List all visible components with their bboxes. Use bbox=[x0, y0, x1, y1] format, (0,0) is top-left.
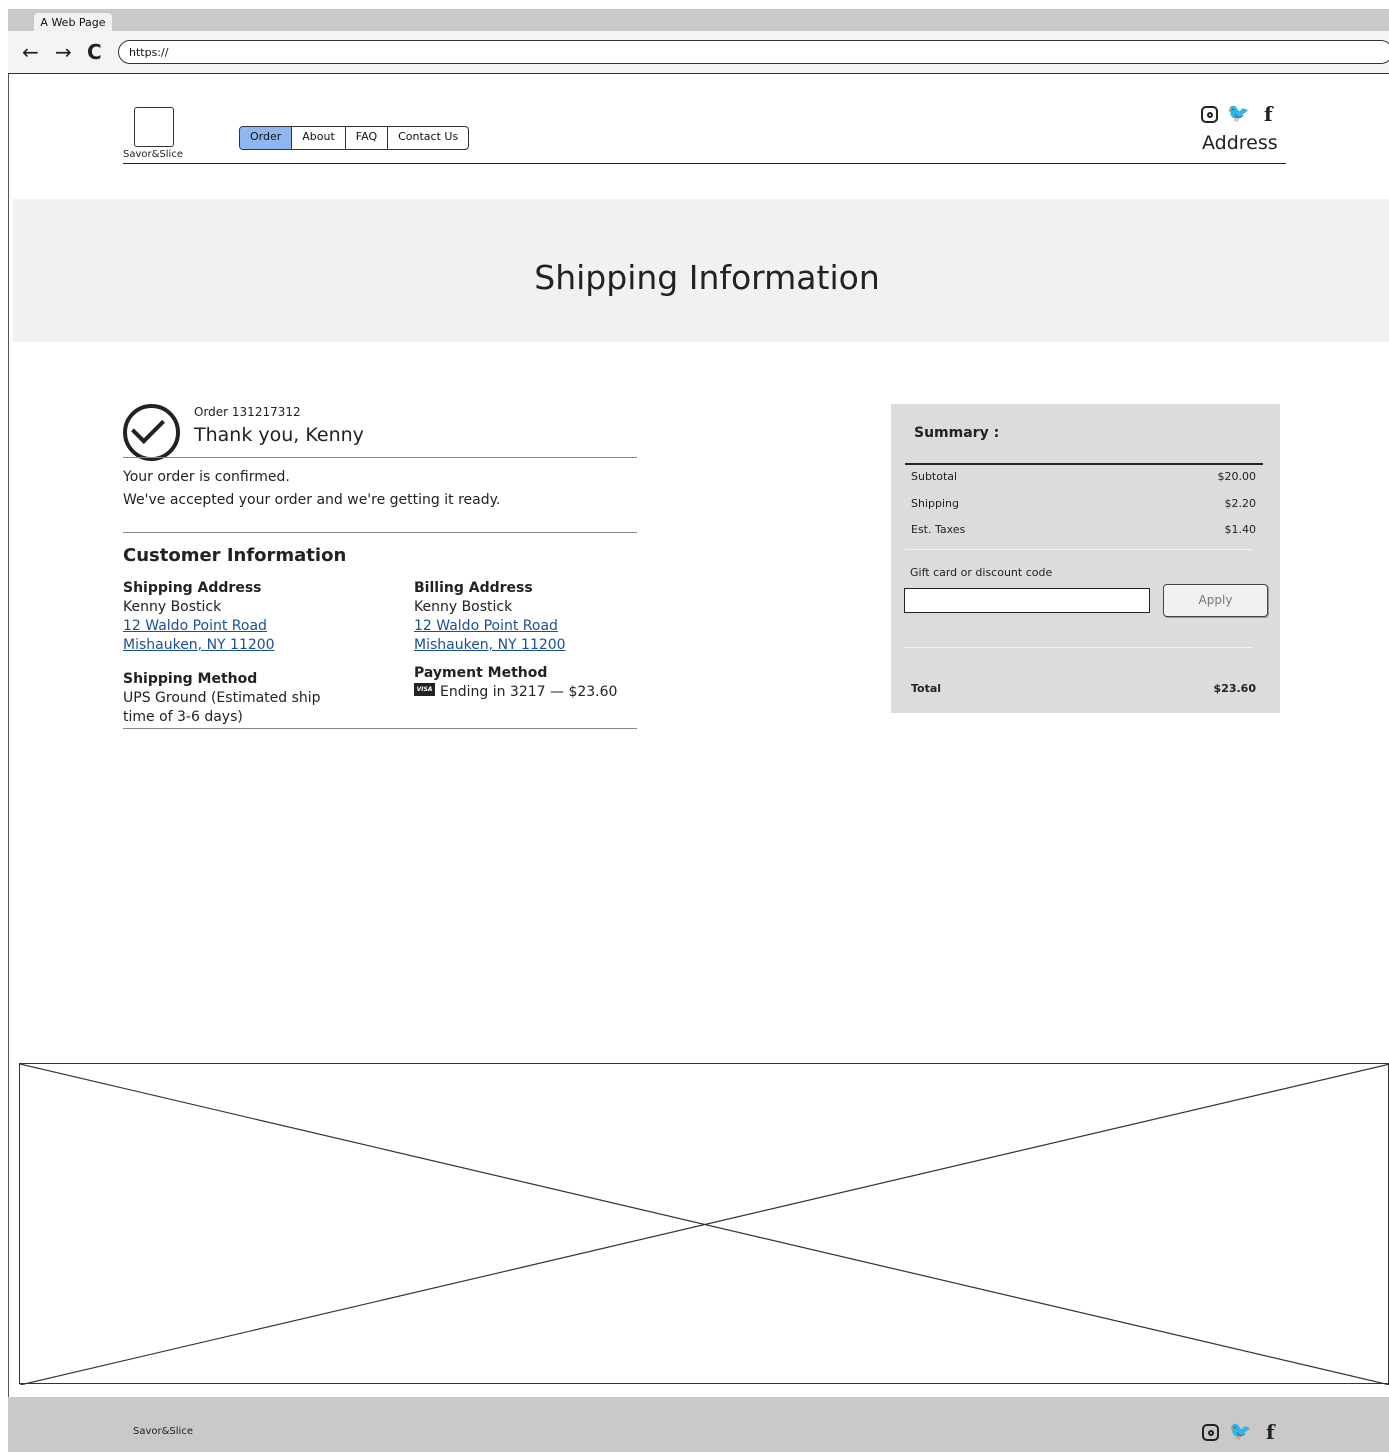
total-value: $23.60 bbox=[1213, 682, 1256, 695]
subtotal-label: Subtotal bbox=[911, 470, 958, 483]
instagram-icon[interactable] bbox=[1201, 106, 1218, 123]
billing-address-label: Billing Address bbox=[414, 580, 533, 596]
back-arrow-icon[interactable]: ← bbox=[22, 41, 39, 63]
twitter-icon[interactable]: 🐦 bbox=[1227, 104, 1249, 124]
order-summary-panel bbox=[891, 404, 1280, 713]
shipping-address-line1-link[interactable]: 12 Waldo Point Road bbox=[123, 618, 267, 634]
taxes-value: $1.40 bbox=[1224, 523, 1257, 536]
shipping-address-label: Shipping Address bbox=[123, 580, 262, 596]
divider bbox=[123, 728, 637, 729]
apply-button[interactable]: Apply bbox=[1163, 584, 1268, 617]
logo-text: Savor&Slice bbox=[123, 149, 183, 160]
summary-title: Summary : bbox=[914, 425, 1000, 441]
customer-info-heading: Customer Information bbox=[123, 545, 347, 566]
payment-method-text: Ending in 3217 — $23.60 bbox=[440, 684, 618, 700]
footer bbox=[8, 1397, 1389, 1452]
footer-facebook-icon[interactable]: f bbox=[1266, 1422, 1275, 1442]
summary-divider bbox=[905, 463, 1263, 465]
image-placeholder bbox=[19, 1063, 1389, 1385]
shipping-cost-label: Shipping bbox=[911, 497, 959, 510]
nav-about[interactable]: About bbox=[292, 127, 346, 149]
forward-arrow-icon[interactable]: → bbox=[55, 41, 72, 63]
logo-image[interactable] bbox=[134, 107, 174, 147]
shipping-address-line2-link[interactable]: Mishauken, NY 11200 bbox=[123, 637, 275, 653]
header-divider bbox=[123, 163, 1286, 164]
shipping-method-line1: UPS Ground (Estimated ship bbox=[123, 690, 321, 706]
divider bbox=[123, 532, 637, 533]
billing-address-line2-link[interactable]: Mishauken, NY 11200 bbox=[414, 637, 566, 653]
footer-logo-text: Savor&Slice bbox=[133, 1426, 193, 1437]
summary-divider bbox=[905, 647, 1252, 648]
order-confirmed-text: Your order is confirmed. bbox=[123, 469, 290, 485]
footer-twitter-icon[interactable]: 🐦 bbox=[1229, 1422, 1251, 1442]
main-nav: Order About FAQ Contact Us bbox=[239, 126, 470, 150]
browser-tab[interactable]: A Web Page bbox=[34, 13, 112, 33]
nav-order[interactable]: Order bbox=[240, 127, 293, 149]
shipping-method-line2: time of 3-6 days) bbox=[123, 709, 243, 725]
subtotal-value: $20.00 bbox=[1217, 470, 1257, 483]
gift-code-label: Gift card or discount code bbox=[910, 566, 1053, 579]
nav-contact-us[interactable]: Contact Us bbox=[388, 127, 468, 149]
shipping-method-label: Shipping Method bbox=[123, 671, 258, 687]
shipping-name: Kenny Bostick bbox=[123, 599, 222, 615]
summary-divider bbox=[905, 549, 1252, 550]
gift-code-input[interactable] bbox=[904, 588, 1150, 613]
thank-you-heading: Thank you, Kenny bbox=[194, 424, 364, 446]
nav-faq[interactable]: FAQ bbox=[346, 127, 389, 149]
payment-method-label: Payment Method bbox=[414, 665, 548, 681]
total-label: Total bbox=[911, 682, 942, 695]
browser-tab-strip bbox=[8, 9, 1389, 31]
billing-name: Kenny Bostick bbox=[414, 599, 513, 615]
divider bbox=[123, 457, 637, 458]
order-number: Order 131217312 bbox=[194, 405, 301, 419]
placeholder-cross-icon bbox=[20, 1064, 1389, 1385]
visa-card-icon: VISA bbox=[414, 683, 435, 696]
billing-address-line1-link[interactable]: 12 Waldo Point Road bbox=[414, 618, 558, 634]
order-accepted-text: We've accepted your order and we're gett… bbox=[123, 492, 501, 508]
taxes-label: Est. Taxes bbox=[911, 523, 966, 536]
shipping-cost-value: $2.20 bbox=[1224, 497, 1257, 510]
page-title: Shipping Information bbox=[534, 258, 880, 297]
footer-instagram-icon[interactable] bbox=[1202, 1424, 1219, 1441]
reload-icon[interactable]: C bbox=[87, 41, 102, 63]
facebook-icon[interactable]: f bbox=[1264, 104, 1273, 124]
header-address[interactable]: Address bbox=[1202, 132, 1278, 154]
url-bar[interactable]: https:// bbox=[118, 40, 1389, 64]
